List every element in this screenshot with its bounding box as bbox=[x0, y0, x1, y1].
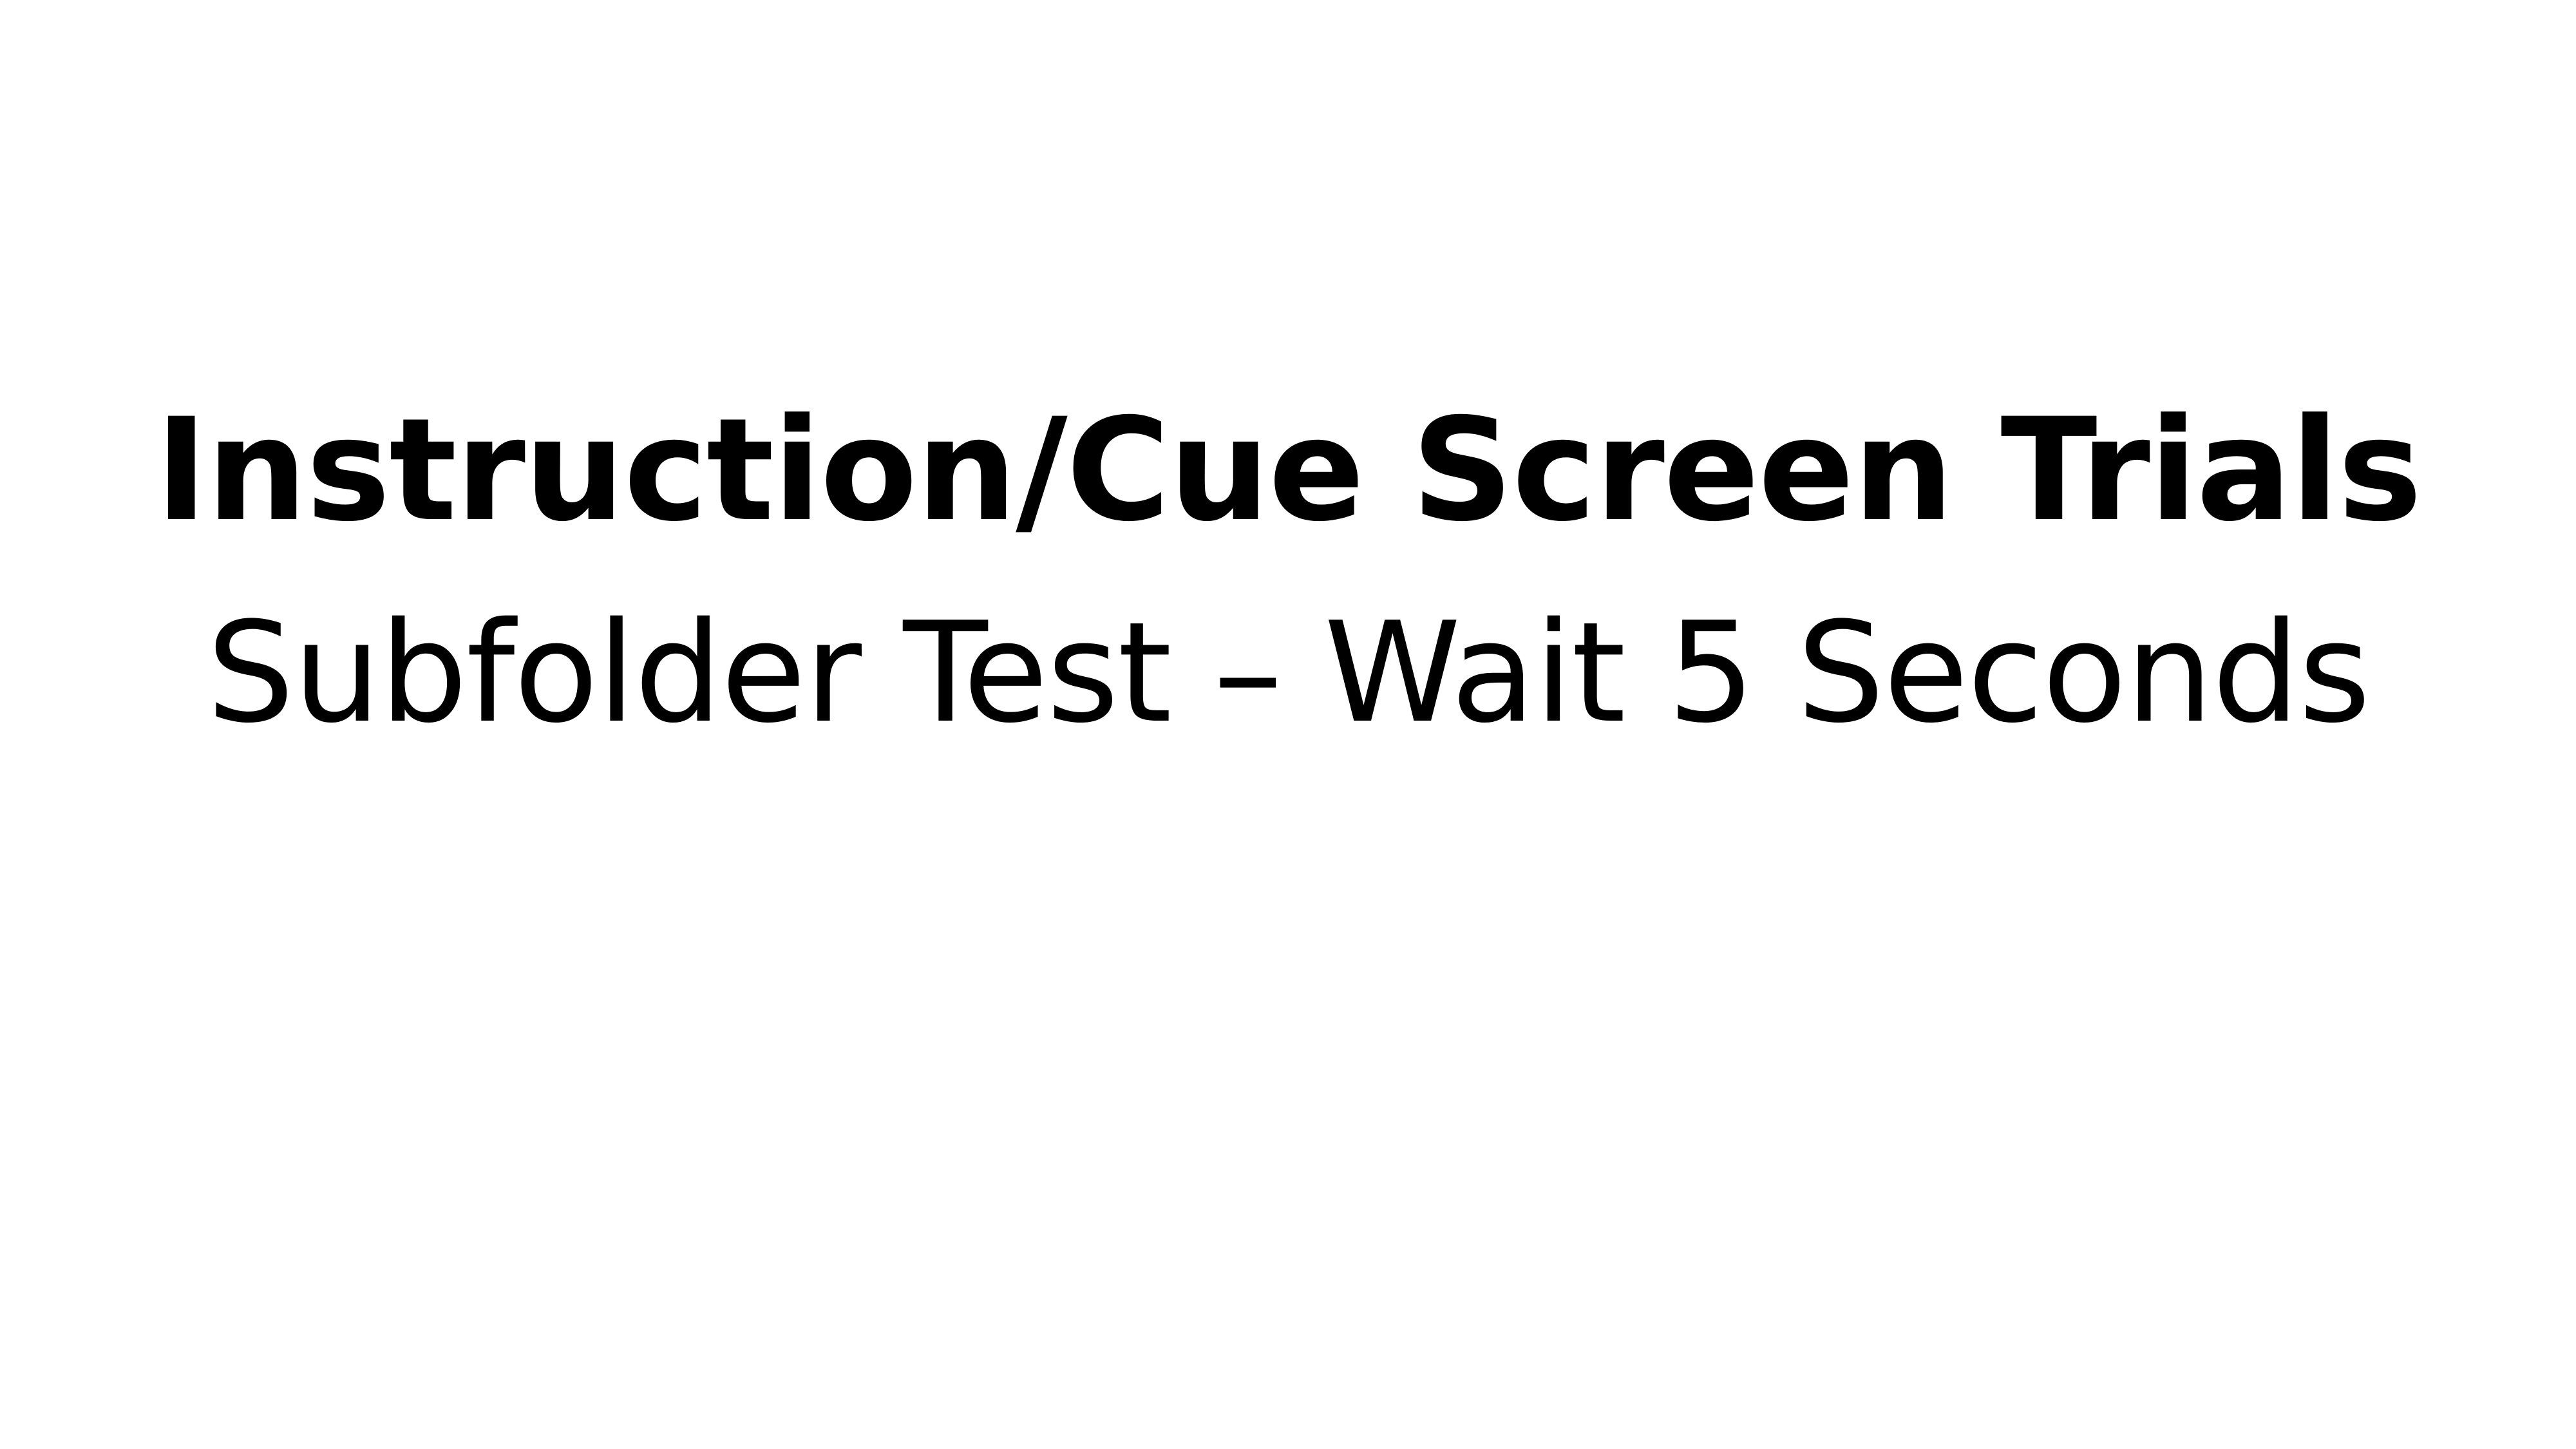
slide: Instruction/Cue Screen Trials Subfolder … bbox=[0, 0, 2576, 1449]
slide-title: Instruction/Cue Screen Trials bbox=[155, 388, 2422, 553]
slide-subtitle: Subfolder Test – Wait 5 Seconds bbox=[206, 592, 2371, 753]
